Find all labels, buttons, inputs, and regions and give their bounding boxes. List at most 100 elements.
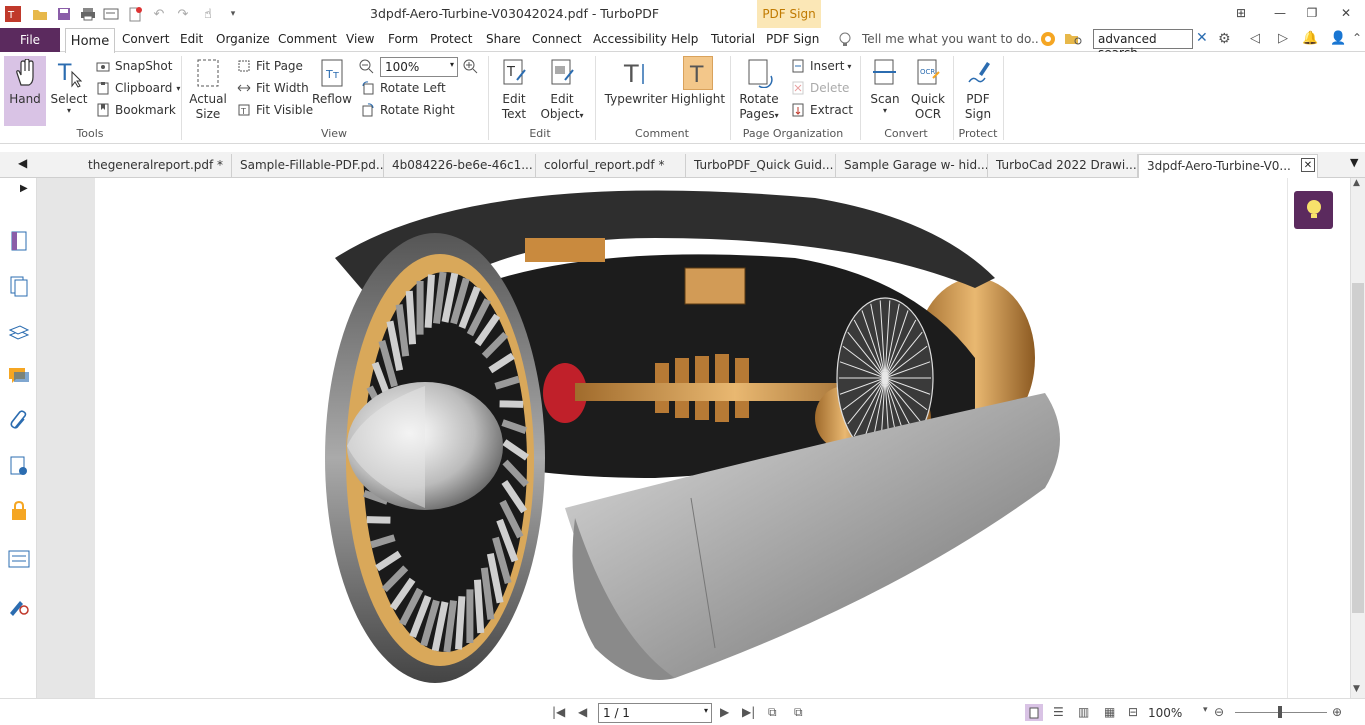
zoom-in-icon[interactable] [462,58,478,77]
document-tab[interactable]: colorful_report.pdf * [536,154,686,178]
tab-tutorial[interactable]: Tutorial [711,32,755,46]
previous-view-icon[interactable]: ⧉ [768,705,777,720]
document-tab[interactable]: Sample Garage w- hid... [836,154,988,178]
tab-protect[interactable]: Protect [430,32,472,46]
tab-form[interactable]: Form [388,32,418,46]
security-lock-icon[interactable] [8,500,30,522]
context-tab-pdf-sign[interactable]: PDF Sign [757,0,821,28]
feedback-icon[interactable] [1040,31,1056,50]
tab-edit[interactable]: Edit [180,32,203,46]
document-tab[interactable]: TurboCad 2022 Drawi... [988,154,1138,178]
edit-text-button[interactable]: T Edit Text [494,56,534,126]
tab-help[interactable]: Help [671,32,698,46]
scrollbar-thumb[interactable] [1352,283,1364,613]
continuous-view-icon[interactable]: ☰ [1053,705,1064,719]
file-menu[interactable]: File [0,28,60,52]
restore-button[interactable]: ❐ [1302,4,1322,22]
fit-width-button[interactable]: Fit Width [236,78,309,98]
open-icon[interactable] [31,5,49,23]
form-fields-icon[interactable] [8,548,30,570]
next-page-icon[interactable]: ▶ [720,705,729,719]
document-tab[interactable]: 4b084226-be6e-46c1... [384,154,536,178]
tab-pdf-sign[interactable]: PDF Sign [766,32,819,46]
customize-quick-access-icon[interactable]: ▾ [224,5,242,23]
first-page-icon[interactable]: |◀ [552,705,565,719]
close-window-button[interactable]: ✕ [1336,4,1356,22]
zoom-out-status-icon[interactable]: ⊖ [1214,705,1224,719]
single-page-view-icon[interactable] [1025,704,1043,721]
expand-panel-icon[interactable]: ▶ [20,183,28,194]
scroll-tabs-left-icon[interactable]: ◀ [18,156,27,170]
zoom-out-icon[interactable] [358,58,374,77]
redo-icon[interactable]: ↷ [174,5,192,23]
minimize-button[interactable]: — [1270,4,1290,22]
tab-convert[interactable]: Convert [122,32,169,46]
zoom-in-status-icon[interactable]: ⊕ [1332,705,1342,719]
bookmark-button[interactable]: Bookmark [95,100,176,120]
tips-lightbulb-icon[interactable] [1294,191,1333,229]
scan-button[interactable]: Scan ▾ [866,56,904,126]
save-icon[interactable] [55,5,73,23]
tab-view[interactable]: View [346,32,374,46]
typewriter-button[interactable]: T Typewriter [604,56,668,126]
quick-ocr-button[interactable]: OCR Quick OCR [908,56,948,126]
vertical-scrollbar[interactable]: ▲ ▼ [1350,178,1365,698]
tab-organize[interactable]: Organize [216,32,270,46]
comments-icon[interactable] [8,365,30,387]
previous-page-icon[interactable]: ◀ [578,705,587,719]
attachments-icon[interactable] [8,410,30,432]
extract-button[interactable]: Extract [790,100,853,120]
notification-bell-icon[interactable]: 🔔 [1302,31,1318,46]
edit-object-button[interactable]: Edit Object▾ [538,56,586,126]
actual-size-button[interactable]: Actual Size [186,56,230,126]
document-viewport[interactable] [37,178,1288,698]
search-folder-icon[interactable] [1064,32,1084,49]
last-page-icon[interactable]: ▶| [742,705,755,719]
next-view-icon[interactable]: ⧉ [794,705,803,720]
clipboard-button[interactable]: Clipboard ▾ [95,78,180,98]
split-view-icon[interactable]: ⊟ [1128,705,1138,719]
rotate-pages-button[interactable]: Rotate Pages▾ [736,56,782,126]
previous-result-icon[interactable]: ◁ [1250,31,1260,46]
snapshot-button[interactable]: SnapShot [95,56,172,76]
layers-icon[interactable] [8,320,30,342]
select-button[interactable]: T Select ▾ [50,56,88,126]
scroll-down-icon[interactable]: ▼ [1353,684,1360,694]
tab-list-dropdown-icon[interactable]: ▼ [1350,156,1358,169]
user-account-icon[interactable]: 👤 [1330,31,1346,46]
turbine-3d-model[interactable] [95,178,1287,698]
form-icon[interactable] [102,5,120,23]
reflow-button[interactable]: Tт Reflow [311,56,353,126]
rotate-left-button[interactable]: Rotate Left [360,78,446,98]
tab-comment[interactable]: Comment [278,32,337,46]
continuous-facing-view-icon[interactable]: ▦ [1104,705,1115,719]
hand-button[interactable]: Hand [4,56,46,126]
document-tab[interactable]: TurboPDF_Quick Guid... [686,154,836,178]
rotate-right-button[interactable]: Rotate Right [360,100,455,120]
collapse-ribbon-icon[interactable]: ⌃ [1352,31,1362,45]
undo-icon[interactable]: ↶ [150,5,168,23]
fit-visible-button[interactable]: T Fit Visible [236,100,313,120]
highlight-button[interactable]: T Highlight [671,56,725,126]
search-input[interactable]: advanced search [1093,29,1193,60]
close-tab-icon[interactable]: ✕ [1301,158,1315,172]
tab-accessibility[interactable]: Accessibility [593,32,667,46]
pdf-sign-button[interactable]: PDF Sign [958,56,998,126]
tab-connect[interactable]: Connect [532,32,582,46]
pages-icon[interactable] [8,230,30,252]
thumbnails-icon[interactable] [8,275,30,297]
settings-gear-icon[interactable]: ⚙ [1218,31,1231,47]
fit-page-button[interactable]: Fit Page [236,56,303,76]
ribbon-options-icon[interactable]: ⊞ [1231,4,1251,22]
zoom-level-select[interactable]: 100% ▾ [380,57,458,77]
signatures-icon[interactable] [8,455,30,477]
certificate-icon[interactable] [8,595,30,617]
document-tab[interactable]: Sample-Fillable-PDF.pd... [232,154,384,178]
scroll-up-icon[interactable]: ▲ [1353,178,1360,188]
clear-search-icon[interactable]: ✕ [1196,30,1208,46]
facing-view-icon[interactable]: ▥ [1078,705,1089,719]
document-tab[interactable]: thegeneralreport.pdf * [80,154,232,178]
zoom-slider-handle[interactable] [1278,706,1282,718]
pdf-page[interactable] [95,178,1287,698]
tab-share[interactable]: Share [486,32,521,46]
